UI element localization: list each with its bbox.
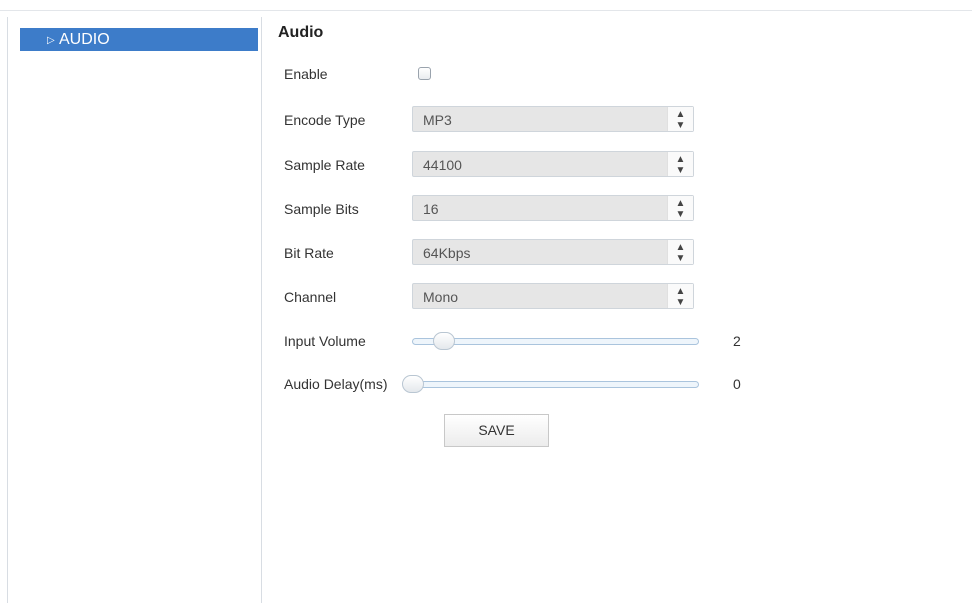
sample-rate-value: 44100 xyxy=(423,157,462,173)
bit-rate-select[interactable]: 64Kbps ▲ ▼ xyxy=(412,239,694,265)
encode-type-select[interactable]: MP3 ▲ ▼ xyxy=(412,106,694,132)
sidebar-item-audio[interactable]: ▷ AUDIO xyxy=(20,28,258,51)
save-button[interactable]: SAVE xyxy=(444,414,549,447)
input-volume-slider-handle[interactable] xyxy=(433,332,455,350)
sample-rate-label: Sample Rate xyxy=(284,157,365,173)
channel-value: Mono xyxy=(423,289,459,305)
channel-label: Channel xyxy=(284,289,337,305)
enable-checkbox[interactable] xyxy=(418,67,431,80)
sample-bits-value: 16 xyxy=(423,201,439,217)
top-divider xyxy=(0,10,972,11)
audio-delay-value: 0 xyxy=(733,376,741,392)
encode-type-value: MP3 xyxy=(423,112,452,128)
page-title: Audio xyxy=(278,24,324,41)
channel-select[interactable]: Mono ▲ ▼ xyxy=(412,283,694,309)
enable-label: Enable xyxy=(284,66,328,82)
sample-bits-select[interactable]: 16 ▲ ▼ xyxy=(412,195,694,221)
audio-delay-slider-handle[interactable] xyxy=(402,375,424,393)
select-arrows-icon: ▲ ▼ xyxy=(667,284,693,308)
sample-rate-select[interactable]: 44100 ▲ ▼ xyxy=(412,151,694,177)
input-volume-label: Input Volume xyxy=(284,333,366,349)
audio-delay-label: Audio Delay(ms) xyxy=(284,376,388,392)
chevron-right-icon: ▷ xyxy=(47,35,55,46)
main-panel: Audio Enable Encode Type MP3 ▲ ▼ Sample R… xyxy=(262,17,972,603)
select-arrows-icon: ▲ ▼ xyxy=(667,196,693,220)
encode-type-label: Encode Type xyxy=(284,112,366,128)
select-arrows-icon: ▲ ▼ xyxy=(667,107,693,131)
select-arrows-icon: ▲ ▼ xyxy=(667,240,693,264)
audio-delay-slider[interactable] xyxy=(402,375,699,393)
sidebar-item-label: AUDIO xyxy=(59,31,110,48)
sample-bits-label: Sample Bits xyxy=(284,201,359,217)
bit-rate-value: 64Kbps xyxy=(423,245,471,261)
input-volume-slider[interactable] xyxy=(412,332,699,350)
input-volume-value: 2 xyxy=(733,333,741,349)
bit-rate-label: Bit Rate xyxy=(284,245,334,261)
sidebar: ▷ AUDIO xyxy=(7,17,262,603)
select-arrows-icon: ▲ ▼ xyxy=(667,152,693,176)
